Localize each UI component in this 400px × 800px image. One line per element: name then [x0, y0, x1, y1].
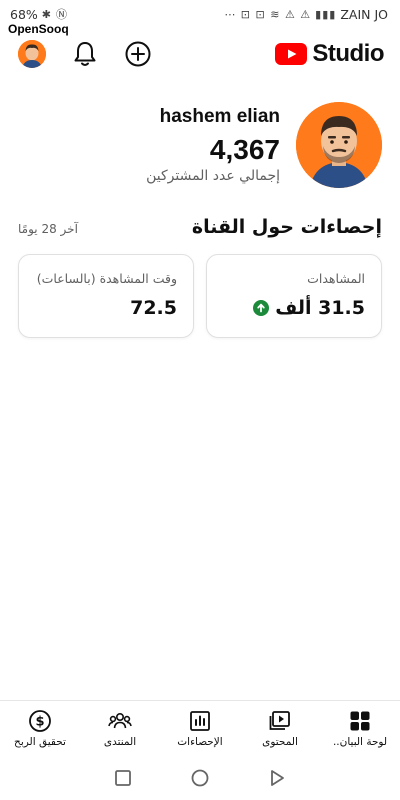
channel-avatar-illustration-icon	[296, 102, 382, 188]
back-triangle-icon[interactable]	[267, 768, 287, 788]
notification-icons: ⋯ ⊡ ⊡ ≋ ⚠ ⚠	[224, 7, 312, 21]
nav-item-community[interactable]: المنتدى	[80, 701, 160, 752]
dollar-circle-icon: $	[29, 710, 51, 732]
analytics-title: إحصاءات حول القناة	[191, 216, 382, 238]
app-bar: Studio	[0, 36, 400, 72]
nav-item-dashboard[interactable]: لوحة البيان..	[320, 701, 400, 752]
content-icon	[269, 711, 290, 730]
community-icon	[108, 713, 132, 729]
bluetooth-icon: ✱	[41, 7, 53, 21]
channel-name: hashem elian	[159, 106, 280, 127]
account-avatar[interactable]	[18, 40, 46, 68]
views-label: المشاهدات	[307, 271, 365, 286]
nav-label-content: المحتوى	[262, 736, 298, 748]
battery-percent: 68%	[10, 6, 38, 22]
signal-icon: ▮▮▮	[315, 7, 337, 21]
notifications-bell-icon[interactable]	[72, 40, 98, 68]
create-plus-icon[interactable]	[124, 40, 152, 68]
subscriber-count: 4,367	[209, 134, 280, 165]
channel-summary: hashem elian 4,367 إجمالي عدد المشتركين	[0, 102, 400, 192]
watch-time-value: 72.5	[130, 297, 177, 319]
opensooq-watermark: OpenSooq	[4, 22, 73, 36]
nav-label-community: المنتدى	[103, 736, 137, 748]
nav-label-earn: تحقيق الربح	[14, 736, 66, 748]
dashboard-icon	[350, 711, 370, 731]
bottom-navigation: $ تحقيق الربح المنتدى الإحصاءات المحتوى	[0, 700, 400, 752]
youtube-play-icon	[275, 43, 308, 65]
status-right: ⋯ ⊡ ⊡ ≋ ⚠ ⚠ ▮▮▮ ZAIN JO	[224, 7, 388, 22]
home-circle-icon[interactable]	[190, 768, 210, 788]
nav-item-earn[interactable]: $ تحقيق الربح	[0, 701, 80, 752]
analytics-period: آخر 28 يومًا	[18, 222, 78, 236]
views-value-row: 31.5 ألف	[253, 297, 365, 319]
nav-item-analytics[interactable]: الإحصاءات	[160, 701, 240, 752]
watch-time-label: وقت المشاهدة (بالساعات)	[36, 271, 177, 286]
status-left: 68% ✱ Ⓝ	[10, 6, 68, 22]
trend-up-icon	[253, 300, 270, 316]
carrier-name: ZAIN JO	[340, 6, 388, 22]
nav-label-analytics: الإحصاءات	[177, 736, 223, 748]
subscriber-label: إجمالي عدد المشتركين	[146, 168, 280, 184]
svg-text:$: $	[35, 715, 44, 730]
recents-square-icon[interactable]	[113, 768, 133, 788]
nfc-icon: Ⓝ	[56, 8, 69, 21]
analytics-icon	[190, 711, 210, 731]
nav-item-content[interactable]: المحتوى	[240, 701, 320, 752]
nav-label-dashboard: لوحة البيان..	[332, 736, 388, 748]
views-card[interactable]: المشاهدات 31.5 ألف	[206, 254, 382, 338]
avatar-illustration-icon	[18, 40, 46, 68]
logo-text: Studio	[312, 40, 384, 67]
channel-avatar[interactable]	[296, 102, 382, 188]
views-value: 31.5 ألف	[275, 297, 365, 319]
system-navigation-bar	[0, 760, 400, 796]
watch-time-card[interactable]: وقت المشاهدة (بالساعات) 72.5	[18, 254, 194, 338]
youtube-studio-logo: Studio	[275, 40, 384, 68]
